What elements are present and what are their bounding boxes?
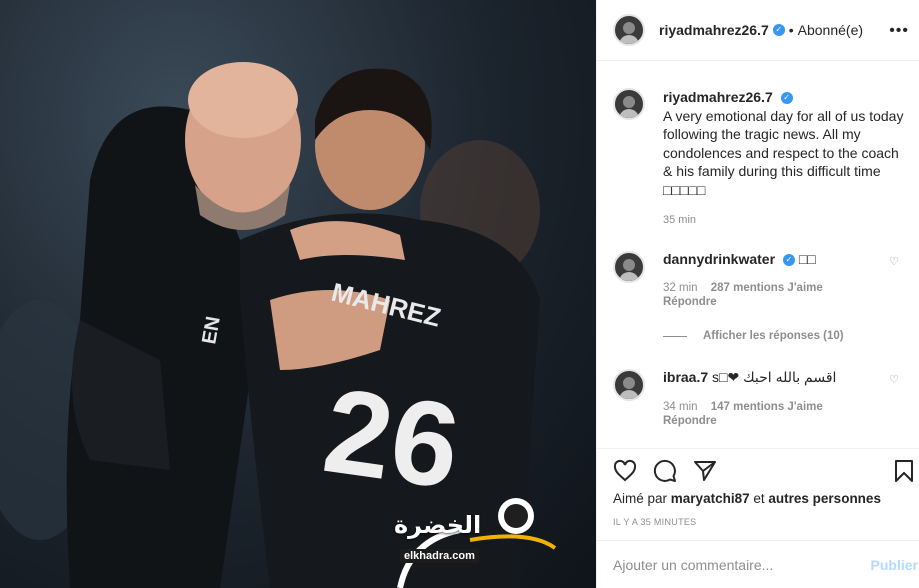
comment-time[interactable]: 32 min (663, 282, 698, 294)
comment-time[interactable]: 34 min (663, 401, 698, 413)
see-replies-button[interactable]: Afficher les réponses (10) (663, 330, 844, 342)
caption-avatar[interactable] (613, 88, 645, 120)
likes-others-link[interactable]: autres personnes (768, 491, 881, 506)
reply-button[interactable]: Répondre (663, 415, 883, 427)
post-caption: riyadmahrez26.7 ✓ A very emotional day f… (613, 88, 913, 230)
verified-badge-icon: ✓ (782, 254, 795, 267)
add-comment-bar: Ajouter un commentaire... Publier (597, 540, 919, 588)
send-icon[interactable] (693, 459, 717, 483)
comment-item: dannydrinkwater ✓ □□ 32 min 287 mentions… (613, 251, 913, 308)
see-replies-label: Afficher les réponses (10) (703, 330, 844, 342)
comment-icon[interactable] (653, 459, 677, 483)
heart-icon[interactable] (613, 459, 637, 483)
comment-likes[interactable]: 287 mentions J'aime (711, 282, 823, 294)
verified-badge-icon: ✓ (772, 24, 785, 36)
action-bar (597, 448, 919, 490)
reply-button[interactable]: Répondre (663, 296, 883, 308)
likes-user-link[interactable]: maryatchi87 (671, 491, 750, 506)
likes-summary: Aimé par maryatchi87 et autres personnes (613, 491, 881, 506)
post-header: riyadmahrez26.7 ✓ • Abonné(e) ••• (597, 0, 919, 61)
replies-divider (663, 335, 687, 337)
post-photo[interactable]: MAHREZ 26 EN الخضرة elkhadra.com (0, 0, 596, 588)
author-avatar[interactable] (613, 14, 645, 46)
post-timestamp[interactable]: IL Y A 35 MINUTES (613, 517, 696, 527)
bookmark-icon[interactable] (892, 459, 916, 483)
commenter-username[interactable]: ibraa.7 (663, 369, 708, 385)
commenter-avatar[interactable] (613, 251, 645, 283)
comment-input[interactable]: Ajouter un commentaire... (613, 557, 871, 573)
commenter-avatar[interactable] (613, 369, 645, 401)
watermark-arabic: الخضرة (394, 511, 482, 539)
watermark-url: elkhadra.com (400, 549, 479, 563)
likes-prefix: Aimé par (613, 491, 668, 506)
caption-username[interactable]: riyadmahrez26.7 (663, 89, 773, 105)
separator: • (788, 22, 794, 38)
caption-time[interactable]: 35 min (663, 211, 909, 230)
comment-like-heart-icon[interactable]: ♡ (889, 255, 899, 268)
watermark-logo: الخضرة elkhadra.com (380, 497, 560, 588)
post-side-panel: riyadmahrez26.7 ✓ • Abonné(e) ••• riyadm… (596, 0, 919, 588)
publish-button[interactable]: Publier (871, 557, 918, 573)
verified-badge-icon: ✓ (780, 92, 793, 105)
comment-text: □□ (798, 251, 816, 267)
author-username[interactable]: riyadmahrez26.7 (659, 22, 769, 38)
comment-text: s□❤ اقسم بالله احبك (712, 369, 837, 385)
comment-likes[interactable]: 147 mentions J'aime (711, 401, 823, 413)
comment-like-heart-icon[interactable]: ♡ (889, 373, 899, 386)
follow-status-button[interactable]: Abonné(e) (798, 22, 863, 38)
likes-middle: et (753, 491, 765, 506)
more-options-icon[interactable]: ••• (889, 22, 909, 40)
commenter-username[interactable]: dannydrinkwater (663, 251, 775, 267)
caption-text: A very emotional day for all of us today… (663, 107, 904, 198)
jersey-number: 26 (316, 363, 467, 514)
comment-item: ibraa.7 s□❤ اقسم بالله احبك 34 min 147 m… (613, 369, 913, 427)
